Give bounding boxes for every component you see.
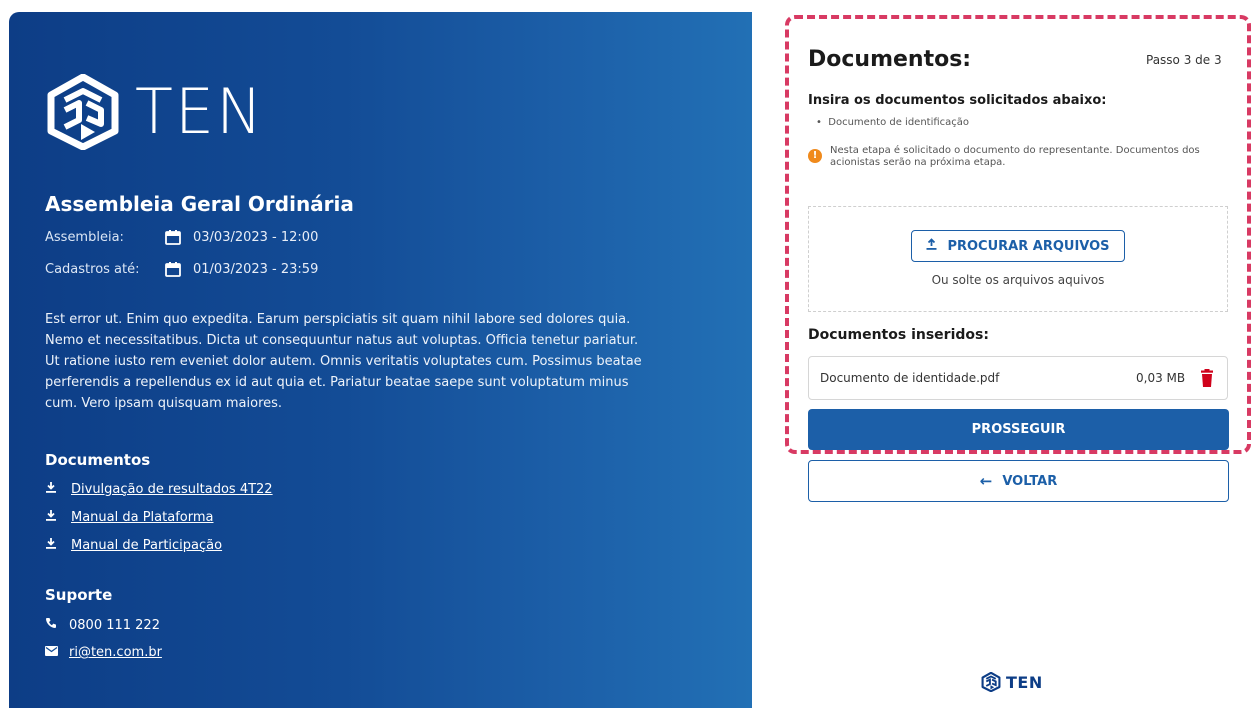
form-instruction: Insira os documentos solicitados abaixo: — [808, 93, 1107, 108]
registration-date: 01/03/2023 - 23:59 — [193, 262, 319, 277]
document-link-results[interactable]: Divulgação de resultados 4T22 — [45, 481, 273, 497]
footer-wordmark: TEN — [1006, 672, 1043, 692]
event-info-panel: TEN Assembleia Geral Ordinária Assemblei… — [9, 12, 752, 708]
document-link-participation-manual[interactable]: Manual de Participação — [45, 537, 222, 553]
support-email-row[interactable]: ri@ten.com.br — [45, 645, 162, 660]
inserted-documents-heading: Documentos inseridos: — [808, 327, 989, 343]
trash-icon[interactable] — [1201, 369, 1213, 390]
browse-files-button[interactable]: PROCURAR ARQUIVOS — [911, 230, 1125, 262]
step-indicator: Passo 3 de 3 — [1146, 53, 1222, 67]
required-document-label: Documento de identificação — [828, 117, 970, 128]
continue-button[interactable]: PROSSEGUIR — [808, 409, 1229, 450]
documents-heading: Documentos — [45, 451, 151, 469]
browse-files-label: PROCURAR ARQUIVOS — [947, 238, 1110, 254]
support-heading: Suporte — [45, 586, 113, 604]
notice-box: ! Nesta etapa é solicitado o documento d… — [808, 145, 1210, 169]
ten-logo-icon — [47, 74, 119, 150]
file-name: Documento de identidade.pdf — [820, 371, 1000, 385]
assembly-date-row: Assembleia: 03/03/2023 - 12:00 — [45, 230, 318, 245]
assembly-date: 03/03/2023 - 12:00 — [193, 230, 319, 245]
document-link-platform-manual[interactable]: Manual da Plataforma — [45, 509, 213, 525]
download-icon — [45, 509, 71, 525]
event-title: Assembleia Geral Ordinária — [45, 192, 354, 216]
drop-hint: Ou solte os arquivos aquivos — [931, 273, 1105, 287]
document-link-label[interactable]: Manual da Plataforma — [71, 510, 213, 525]
file-size: 0,03 MB — [1136, 371, 1186, 385]
document-link-label[interactable]: Manual de Participação — [71, 538, 222, 553]
support-email-link[interactable]: ri@ten.com.br — [69, 645, 162, 660]
back-button[interactable]: ← VOLTAR — [808, 460, 1229, 502]
registration-date-row: Cadastros até: 01/03/2023 - 23:59 — [45, 262, 318, 277]
arrow-left-icon: ← — [979, 472, 993, 490]
upload-icon — [926, 238, 937, 254]
required-document-item: • Documento de identificação — [816, 117, 970, 128]
event-description: Est error ut. Enim quo expedita. Earum p… — [45, 312, 642, 411]
uploaded-file-row: Documento de identidade.pdf 0,03 MB — [808, 356, 1228, 400]
calendar-icon — [165, 262, 181, 277]
download-icon — [45, 481, 71, 497]
download-icon — [45, 537, 71, 553]
continue-label: PROSSEGUIR — [971, 422, 1066, 437]
ten-logo-icon — [981, 672, 1001, 692]
calendar-icon — [165, 230, 181, 245]
registration-label: Cadastros até: — [45, 262, 140, 277]
notice-text: Nesta etapa é solicitado o documento do … — [830, 145, 1200, 168]
back-label: VOLTAR — [1002, 473, 1058, 489]
phone-icon — [45, 617, 69, 633]
brand-wordmark: TEN — [135, 75, 265, 148]
mail-icon — [45, 645, 69, 660]
footer-logo: TEN — [981, 672, 1043, 692]
assembly-label: Assembleia: — [45, 230, 124, 245]
document-link-label[interactable]: Divulgação de resultados 4T22 — [71, 482, 273, 497]
support-phone-row: 0800 111 222 — [45, 617, 160, 633]
warning-icon: ! — [808, 149, 822, 163]
form-title: Documentos: — [808, 47, 972, 72]
support-phone: 0800 111 222 — [69, 617, 160, 633]
brand-logo: TEN — [45, 74, 295, 150]
